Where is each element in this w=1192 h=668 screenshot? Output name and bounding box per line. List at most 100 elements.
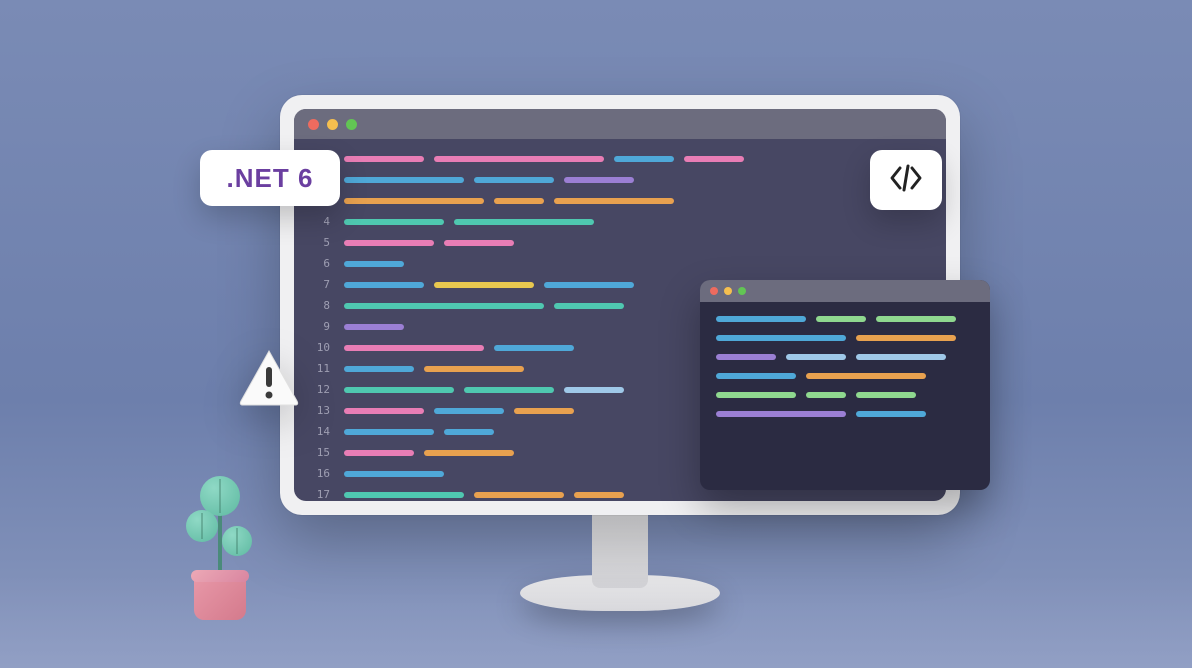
line-number: 16 [294,467,344,480]
code-line [716,335,974,341]
net6-badge: .NET 6 [200,150,340,206]
code-token [344,324,404,330]
code-token [344,219,444,225]
code-token [786,354,846,360]
maximize-icon [346,119,357,130]
code-segments [344,303,624,309]
code-segments [344,387,624,393]
code-token [856,354,946,360]
code-token [564,387,624,393]
code-segments [344,429,494,435]
line-number: 8 [294,299,344,312]
monitor-stand-neck [592,513,648,588]
code-segments [344,156,744,162]
line-number: 4 [294,215,344,228]
code-token [554,198,674,204]
code-segments [344,324,404,330]
secondary-titlebar [700,280,990,302]
code-line [716,392,974,398]
code-token [716,316,806,322]
code-segments [344,471,444,477]
code-token [344,198,484,204]
code-token [344,387,454,393]
line-number: 7 [294,278,344,291]
code-token [344,303,544,309]
code-token [806,373,926,379]
code-token [424,366,524,372]
code-segments [344,492,624,498]
code-segments [344,345,574,351]
code-line [716,316,974,322]
code-token [684,156,744,162]
code-token [344,345,484,351]
code-token [514,408,574,414]
line-number: 15 [294,446,344,459]
code-token [806,392,846,398]
code-segments [344,450,514,456]
code-token [344,492,464,498]
code-line: 2 [294,170,946,189]
code-line: 6 [294,254,946,273]
code-token [344,429,434,435]
code-token [344,471,444,477]
plant-leaf [186,510,218,542]
code-badge [870,150,942,210]
code-token [474,177,554,183]
plant-pot [194,570,246,620]
code-line [716,354,974,360]
code-segments [344,366,524,372]
code-token [434,408,504,414]
code-token [344,408,424,414]
line-number: 14 [294,425,344,438]
code-segments [344,240,514,246]
code-icon [886,158,926,203]
code-token [716,392,796,398]
code-line: 4 [294,212,946,231]
code-token [344,240,434,246]
code-token [444,240,514,246]
code-segments [344,282,634,288]
minimize-icon [724,287,732,295]
code-token [344,366,414,372]
code-token [554,303,624,309]
code-line: 1 [294,149,946,168]
maximize-icon [738,287,746,295]
code-token [424,450,514,456]
code-token [464,387,554,393]
code-segments [344,177,634,183]
code-token [716,411,846,417]
secondary-window [700,280,990,490]
code-token [876,316,956,322]
code-token [454,219,594,225]
code-token [716,335,846,341]
secondary-code-area [700,302,990,444]
code-token [344,282,424,288]
code-token [816,316,866,322]
code-token [716,354,776,360]
warning-badge [235,345,303,413]
code-token [434,282,534,288]
code-token [544,282,634,288]
code-token [344,156,424,162]
close-icon [308,119,319,130]
net6-badge-label: .NET 6 [227,163,314,194]
code-token [344,177,464,183]
code-token [344,450,414,456]
code-segments [344,198,674,204]
line-number: 6 [294,257,344,270]
plant-leaf [222,526,252,556]
code-line [716,373,974,379]
code-token [574,492,624,498]
code-line: 5 [294,233,946,252]
line-number: 5 [294,236,344,249]
code-token [444,429,494,435]
code-token [474,492,564,498]
code-segments [344,219,594,225]
minimize-icon [327,119,338,130]
editor-titlebar [294,109,946,139]
close-icon [710,287,718,295]
code-token [856,392,916,398]
code-token [856,411,926,417]
line-number: 17 [294,488,344,501]
code-token [494,345,574,351]
